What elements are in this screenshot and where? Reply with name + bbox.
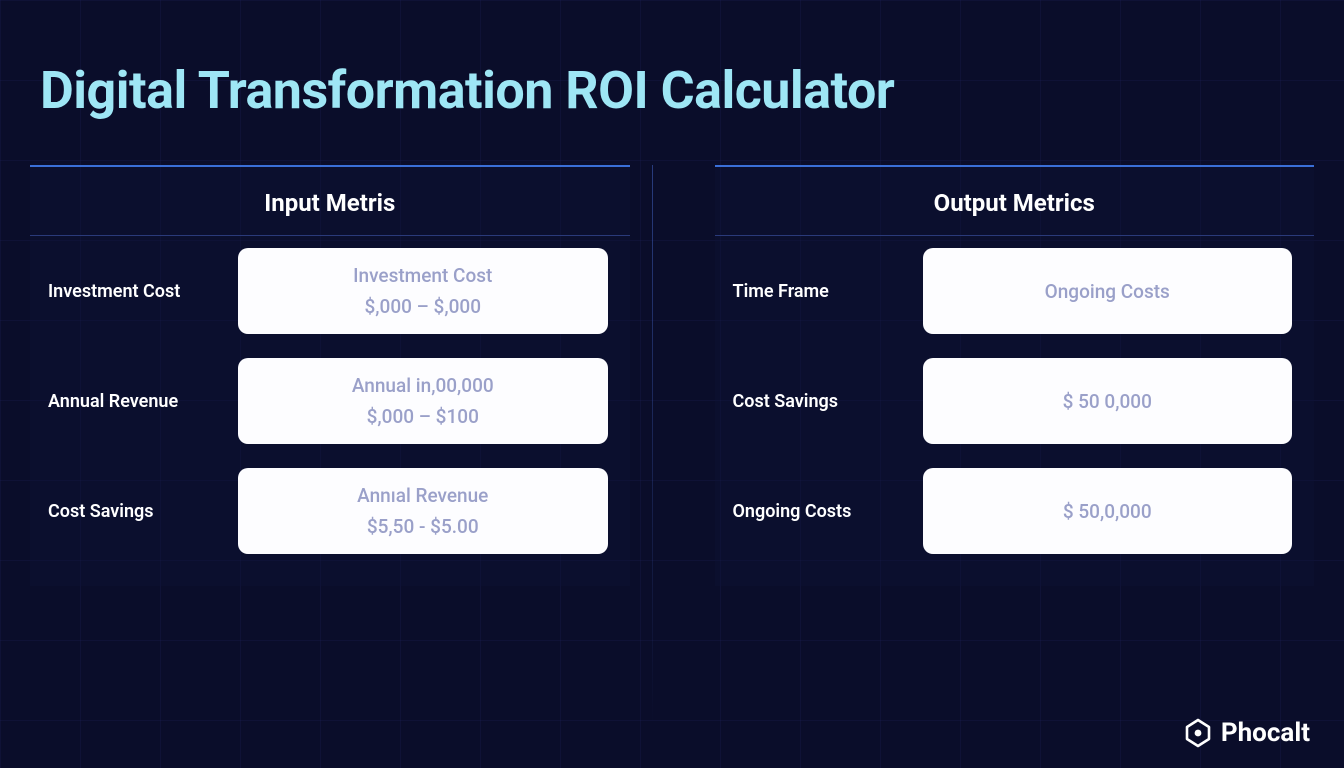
output-row-time-frame: Time Frame Ongoing Costs: [715, 236, 1315, 346]
card-line1: $ 50 0,000: [1063, 390, 1152, 413]
brand-text: Phocalt: [1221, 718, 1310, 748]
card-line1: Investment Cost: [353, 264, 492, 287]
input-row-annual-revenue: Annual Revenue Annual in,00,000 $,000 – …: [30, 346, 630, 456]
label-time-frame: Time Frame: [733, 281, 903, 302]
input-card-cost-savings[interactable]: Annıal Revenue $5,50 - $5.00: [238, 468, 608, 554]
card-line2: $,000 – $,000: [364, 295, 481, 318]
page-title: Digital Transformation ROI Calculator: [40, 60, 894, 121]
label-output-cost-savings: Cost Savings: [733, 391, 903, 412]
output-card-cost-savings: $ 50 0,000: [923, 358, 1293, 444]
card-line1: Ongoing Costs: [1045, 280, 1170, 303]
input-metrics-panel: Input Metris Investment Cost Investment …: [30, 165, 630, 586]
label-ongoing-costs: Ongoing Costs: [733, 501, 903, 522]
card-line2: $,000 – $100: [367, 405, 479, 428]
output-panel-header: Output Metrics: [715, 167, 1315, 236]
output-card-time-frame: Ongoing Costs: [923, 248, 1293, 334]
output-row-cost-savings: Cost Savings $ 50 0,000: [715, 346, 1315, 456]
panels-container: Input Metris Investment Cost Investment …: [30, 165, 1314, 586]
input-row-cost-savings: Cost Savings Annıal Revenue $5,50 - $5.0…: [30, 456, 630, 566]
label-annual-revenue: Annual Revenue: [48, 391, 218, 412]
output-card-ongoing-costs: $ 50,0,000: [923, 468, 1293, 554]
input-card-annual-revenue[interactable]: Annual in,00,000 $,000 – $100: [238, 358, 608, 444]
input-row-investment-cost: Investment Cost Investment Cost $,000 – …: [30, 236, 630, 346]
brand-icon: [1183, 718, 1213, 748]
card-line1: Annıal Revenue: [357, 484, 488, 507]
label-cost-savings: Cost Savings: [48, 501, 218, 522]
output-metrics-panel: Output Metrics Time Frame Ongoing Costs …: [715, 165, 1315, 586]
input-panel-header: Input Metris: [30, 167, 630, 236]
input-card-investment-cost[interactable]: Investment Cost $,000 – $,000: [238, 248, 608, 334]
card-line1: $ 50,0,000: [1063, 500, 1152, 523]
label-investment-cost: Investment Cost: [48, 281, 218, 302]
output-row-ongoing-costs: Ongoing Costs $ 50,0,000: [715, 456, 1315, 566]
card-line2: $5,50 - $5.00: [367, 515, 479, 538]
card-line1: Annual in,00,000: [352, 374, 494, 397]
brand-logo: Phocalt: [1183, 718, 1310, 748]
